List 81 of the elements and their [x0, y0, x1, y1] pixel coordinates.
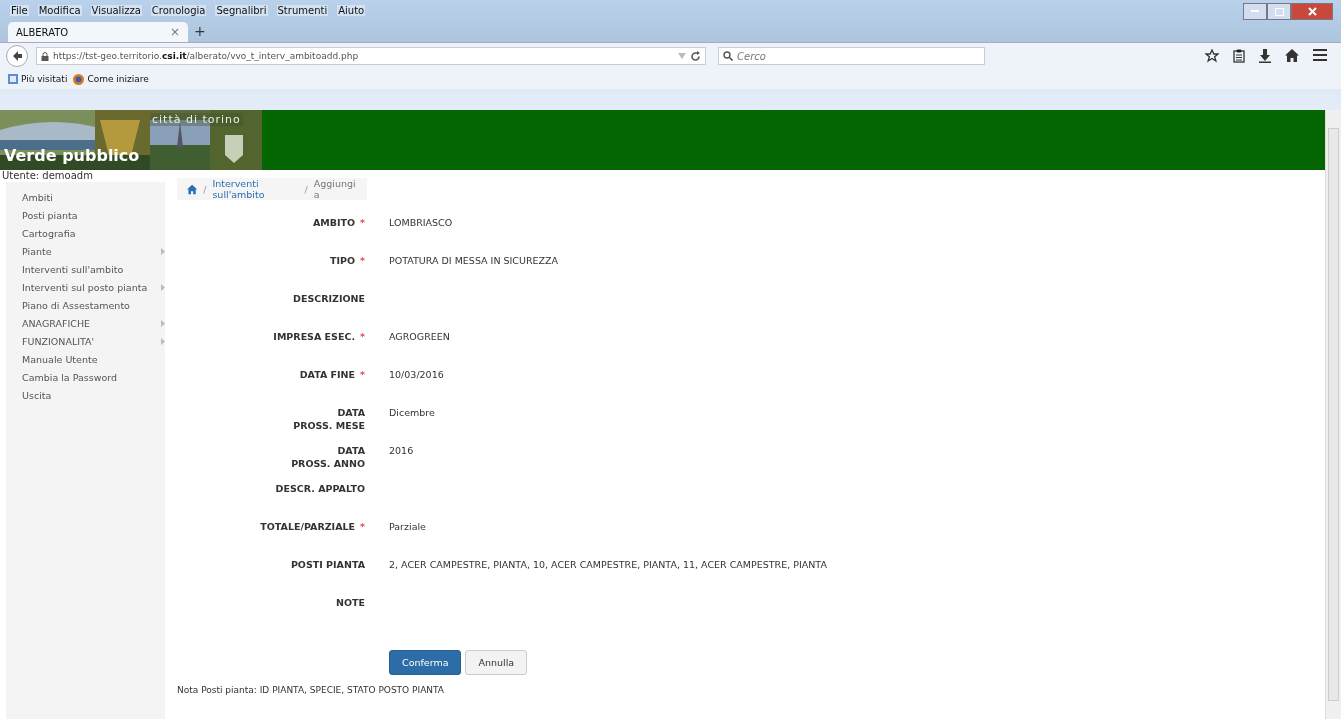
close-icon — [1307, 7, 1317, 16]
field-label: DATA FINE — [299, 369, 356, 380]
breadcrumb-current: Aggiungi a — [313, 178, 357, 200]
field-value: Parziale — [389, 520, 426, 534]
user-label: Utente: demoadm — [1, 170, 94, 182]
site-title: Verde pubblico — [4, 146, 140, 165]
sidebar-item[interactable]: Uscita — [6, 386, 165, 404]
menu-icon[interactable] — [1313, 49, 1327, 61]
sidebar-item[interactable]: Interventi sull'ambito — [6, 260, 165, 278]
menu-item[interactable]: Visualizza — [90, 4, 142, 16]
menu-item[interactable]: File — [10, 4, 29, 16]
close-window-button[interactable] — [1291, 3, 1333, 20]
lock-icon — [41, 51, 49, 61]
sidebar-item[interactable]: FUNZIONALITA' — [6, 332, 165, 350]
required-mark: * — [360, 521, 365, 532]
clipboard-icon[interactable] — [1233, 49, 1245, 63]
field-label: TOTALE/PARZIALE — [260, 521, 356, 532]
note-text: Nota Posti pianta: ID PIANTA, SPECIE, STATO POSTO PIANTA — [177, 685, 445, 695]
sidebar-item[interactable]: Manuale Utente — [6, 350, 165, 368]
back-button[interactable] — [6, 45, 28, 67]
menu-item[interactable]: Aiuto — [337, 4, 366, 16]
required-mark: * — [360, 255, 365, 266]
required-mark: * — [360, 369, 365, 380]
menu-item[interactable]: Segnalibri — [215, 4, 268, 16]
search-field[interactable]: Cerco — [718, 47, 985, 65]
home-icon[interactable] — [1285, 49, 1299, 62]
field-label: AMBITO — [312, 217, 356, 228]
bookmark-link[interactable]: Come iniziare — [73, 73, 149, 85]
search-icon — [723, 51, 733, 61]
restore-button[interactable] — [1267, 3, 1291, 20]
menu-item[interactable]: Strumenti — [276, 4, 329, 16]
confirm-button[interactable]: Conferma — [389, 650, 462, 675]
menu-item[interactable]: Cronologia — [150, 4, 207, 16]
sidebar-item[interactable]: Interventi sul posto pianta — [6, 278, 165, 296]
cancel-button[interactable]: Annulla — [465, 650, 528, 675]
breadcrumb-separator: / — [304, 183, 308, 195]
sidebar-item[interactable]: ANAGRAFICHE — [6, 314, 165, 332]
breadcrumb-link[interactable]: Interventi sull'ambito — [212, 178, 299, 200]
city-name: città di torino — [150, 113, 243, 126]
sidebar-item[interactable]: Cartografia — [6, 224, 165, 242]
sidebar-item[interactable]: Piano di Assestamento — [6, 296, 165, 314]
globe-icon — [73, 73, 85, 85]
required-mark: * — [360, 331, 365, 342]
field-label: DESCR. APPALTO — [275, 483, 365, 494]
download-icon[interactable] — [1259, 49, 1271, 63]
field-label: DATA PROSS. MESE — [293, 407, 365, 431]
menu-item[interactable]: Modifica — [37, 4, 82, 16]
address-bar[interactable]: https://tst-geo.territorio.csi.it/alberato/vvo_t_interv_ambitoadd.php — [36, 47, 706, 65]
field-value: LOMBRIASCO — [389, 216, 453, 230]
back-arrow-icon — [11, 50, 23, 62]
reload-icon[interactable] — [690, 50, 701, 62]
field-value: 10/03/2016 — [389, 368, 444, 382]
field-label: NOTE — [336, 597, 365, 608]
minimize-button[interactable] — [1243, 3, 1267, 20]
bookmark-link[interactable]: Più visitati — [8, 74, 68, 84]
scrollbar[interactable] — [1325, 110, 1341, 719]
close-tab-button[interactable]: × — [169, 25, 180, 39]
field-label: POSTI PIANTA — [290, 559, 365, 570]
bookmark-icon — [8, 74, 18, 84]
browser-tab[interactable]: ALBERATO × — [8, 22, 188, 42]
sidebar-item[interactable]: Piante — [6, 242, 165, 260]
field-label: TIPO — [329, 255, 356, 266]
sidebar-item[interactable]: Posti pianta — [6, 206, 165, 224]
field-label: IMPRESA ESEC. — [273, 331, 356, 342]
field-value: 2016 — [389, 444, 414, 458]
breadcrumb-separator: / — [203, 183, 207, 195]
required-mark: * — [360, 217, 365, 228]
url-text: https://tst-geo.territorio.csi.it/alberato/vvo_t_interv_ambitoadd.php — [53, 51, 360, 61]
minimize-icon — [1251, 10, 1259, 13]
sidebar-item[interactable]: Cambia la Password — [6, 368, 165, 386]
field-value: 2, ACER CAMPESTRE, PIANTA, 10, ACER CAMPESTRE, PIANTA, 11, ACER CAMPESTRE, PIANTA — [389, 558, 827, 572]
field-value: Dicembre — [389, 406, 435, 420]
new-tab-button[interactable]: + — [194, 23, 206, 39]
restore-icon — [1274, 7, 1284, 16]
field-value: POTATURA DI MESSA IN SICUREZZA — [389, 254, 559, 268]
field-label: DESCRIZIONE — [293, 293, 365, 304]
star-icon[interactable] — [1205, 49, 1219, 63]
field-value: AGROGREEN — [389, 330, 450, 344]
sidebar-item[interactable]: Ambiti — [6, 188, 165, 206]
field-label: DATA PROSS. ANNO — [291, 445, 365, 469]
home-icon[interactable] — [187, 183, 198, 195]
